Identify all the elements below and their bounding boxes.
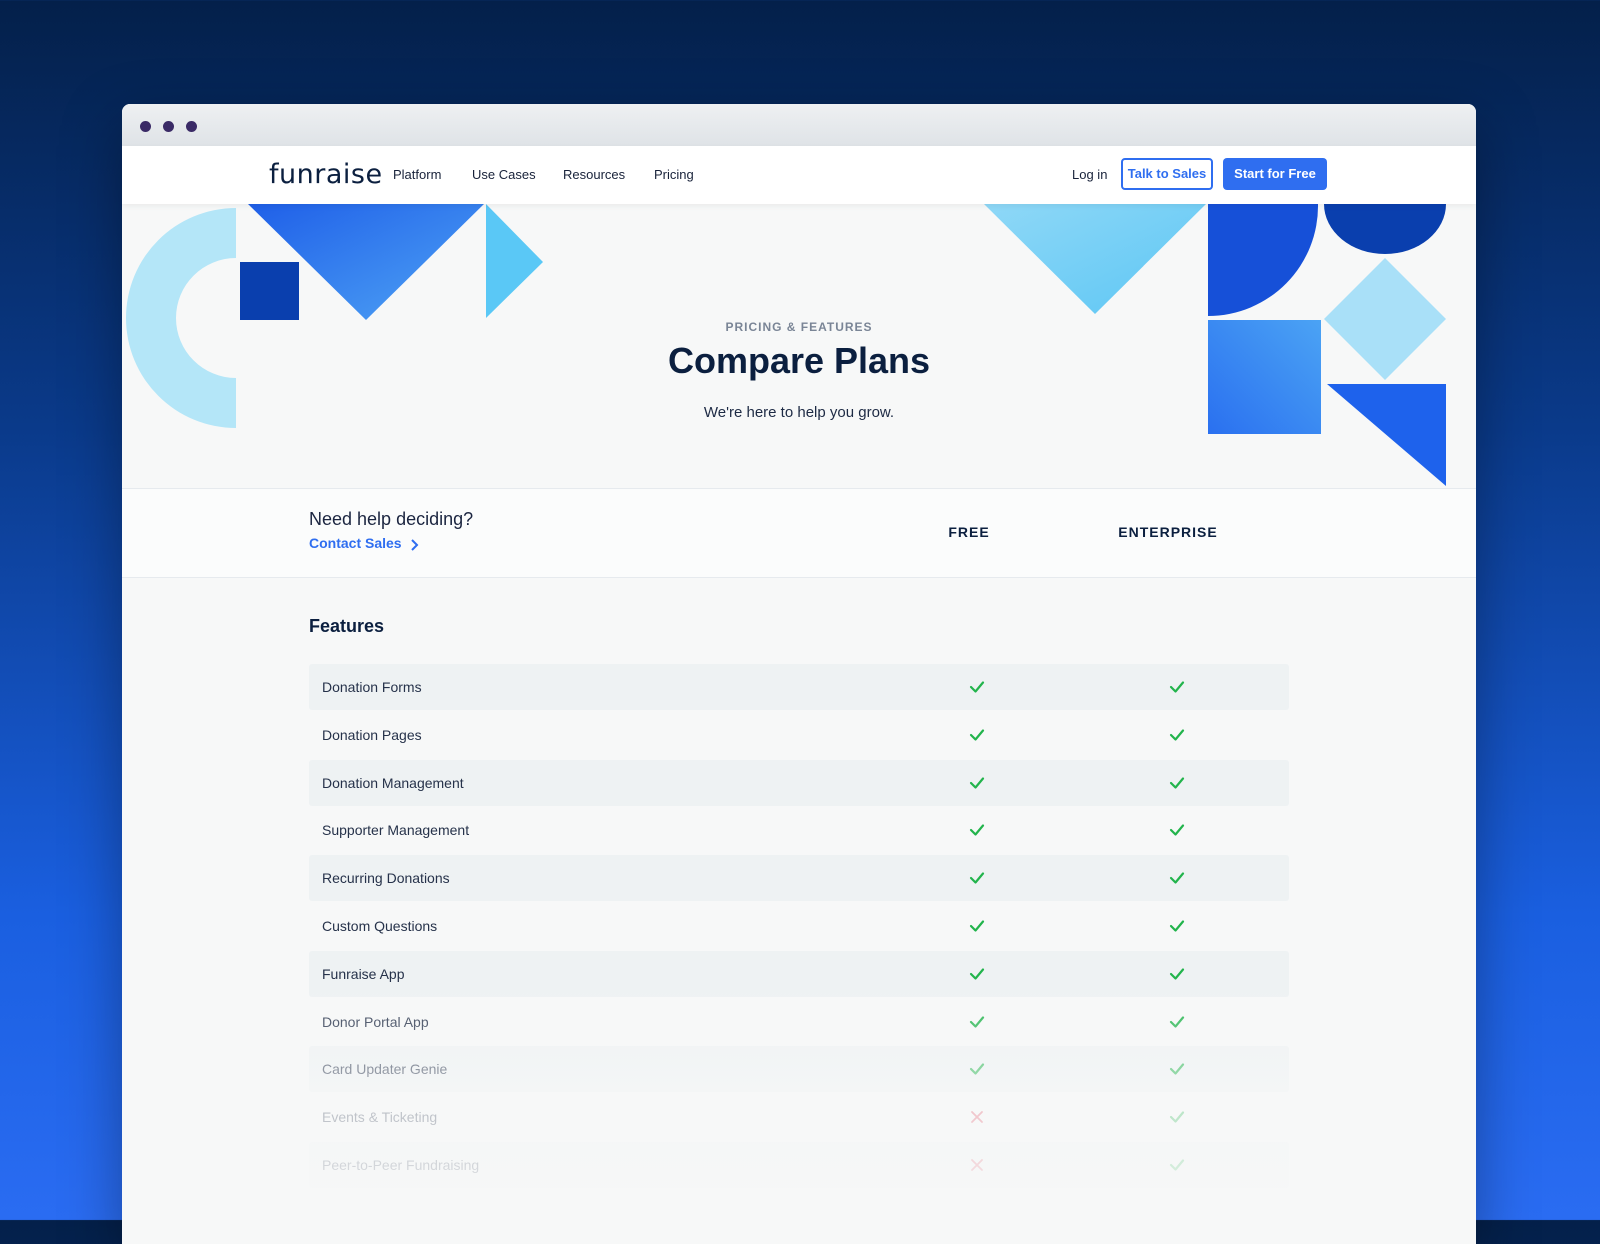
nav-link-pricing[interactable]: Pricing	[654, 167, 694, 182]
plan-column-free: FREE	[948, 524, 990, 540]
check-icon	[1168, 965, 1186, 983]
feature-row: Custom Questions	[309, 903, 1289, 949]
feature-row: Donation Management	[309, 759, 1289, 806]
check-icon	[1168, 726, 1186, 744]
feature-label: Donation Pages	[322, 726, 422, 743]
nav-link-platform[interactable]: Platform	[393, 167, 441, 182]
check-icon	[968, 1060, 986, 1078]
feature-label: Donor Portal App	[322, 1013, 429, 1030]
check-icon	[1168, 1013, 1186, 1031]
funraise-logo[interactable]: funraise	[269, 159, 383, 190]
check-icon	[968, 917, 986, 935]
feature-label: Recurring Donations	[322, 870, 450, 887]
feature-label: Custom Questions	[322, 918, 438, 934]
browser-chrome	[122, 104, 1476, 146]
feature-label: Donation Management	[322, 774, 464, 791]
window-control-close[interactable]	[140, 121, 151, 132]
check-icon	[1168, 678, 1186, 696]
plan-column-enterprise: ENTERPRISE	[1118, 524, 1218, 540]
check-icon	[1168, 821, 1186, 839]
start-for-free-button[interactable]: Start for Free	[1223, 158, 1327, 190]
talk-to-sales-button[interactable]: Talk to Sales	[1121, 158, 1213, 190]
feature-label: Card Updater Genie	[322, 1061, 448, 1078]
cross-icon	[968, 1156, 986, 1174]
hero-subtitle: We're here to help you grow.	[703, 404, 895, 421]
feature-row: Supporter Management	[309, 807, 1289, 853]
plans-header: Need help deciding? Contact Sales FREE E…	[122, 488, 1476, 578]
hero-section: PRICING & FEATURES Compare Plans We're h…	[122, 204, 1476, 488]
check-icon	[1168, 1060, 1186, 1078]
cross-icon	[968, 1108, 986, 1126]
top-navigation: funraise Platform Use Cases Resources Pr…	[122, 146, 1476, 204]
check-icon	[968, 869, 986, 887]
hero-eyebrow: PRICING & FEATURES	[725, 320, 873, 334]
browser-window: funraise Platform Use Cases Resources Pr…	[122, 104, 1476, 1244]
feature-label: Donation Forms	[322, 679, 422, 695]
feature-row: Events & Ticketing	[309, 1094, 1289, 1140]
need-help-text: Need help deciding?	[309, 509, 474, 529]
window-control-minimize[interactable]	[163, 121, 174, 132]
check-icon	[1168, 1156, 1186, 1174]
feature-row: Peer-to-Peer Fundraising	[309, 1142, 1289, 1188]
check-icon	[968, 678, 986, 696]
login-link[interactable]: Log in	[1072, 167, 1107, 182]
page-title: Compare Plans	[667, 340, 931, 381]
nav-link-use-cases[interactable]: Use Cases	[472, 167, 536, 182]
feature-row: Recurring Donations	[309, 855, 1289, 902]
check-icon	[968, 965, 986, 983]
feature-row: Donor Portal App	[309, 999, 1289, 1045]
check-icon	[1168, 774, 1186, 792]
check-icon	[1168, 917, 1186, 935]
check-icon	[968, 1013, 986, 1031]
window-control-maximize[interactable]	[186, 121, 197, 132]
check-icon	[968, 821, 986, 839]
feature-row: Donation Pages	[309, 712, 1289, 758]
feature-label: Supporter Management	[322, 822, 470, 839]
features-section-title: Features	[309, 616, 385, 636]
check-icon	[968, 726, 986, 744]
feature-row: Funraise App	[309, 950, 1289, 997]
feature-label: Peer-to-Peer Fundraising	[322, 1157, 480, 1173]
chevron-right-icon[interactable]	[410, 538, 420, 552]
contact-sales-link[interactable]: Contact Sales	[309, 535, 402, 551]
feature-row: Donation Forms	[309, 664, 1289, 710]
feature-label: Events & Ticketing	[322, 1109, 438, 1126]
feature-label: Funraise App	[322, 965, 405, 982]
nav-link-resources[interactable]: Resources	[563, 167, 625, 182]
check-icon	[1168, 869, 1186, 887]
check-icon	[1168, 1108, 1186, 1126]
feature-row: Card Updater Genie	[309, 1046, 1289, 1093]
check-icon	[968, 774, 986, 792]
